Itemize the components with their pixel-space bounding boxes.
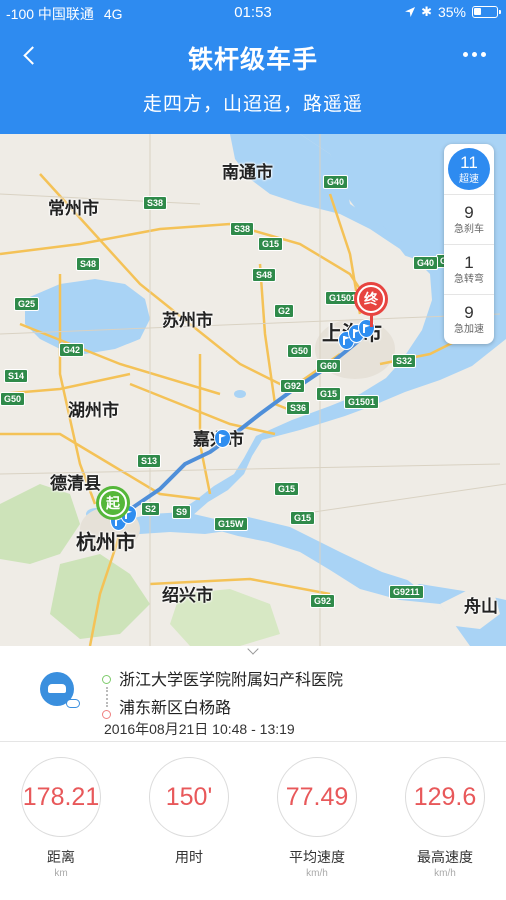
event-label: 急加速 bbox=[454, 324, 484, 335]
app-header: -100 中国联通 4G 01:53 ✱ 35% 铁杆级车手 走四方，山迢迢，路… bbox=[0, 0, 506, 134]
road-shield: G42 bbox=[59, 343, 85, 357]
metric-distance: 178.21 距离 km bbox=[0, 742, 126, 900]
end-marker-tail bbox=[370, 315, 373, 327]
trip-summary: 浙江大学医学院附属妇产科医院 浦东新区白杨路 2016年08月21日 10:48… bbox=[0, 658, 506, 742]
road-shield: G60 bbox=[316, 359, 342, 373]
road-shield: S38 bbox=[143, 196, 168, 210]
city-label: 常州市 bbox=[48, 199, 99, 218]
trip-time-range: 2016年08月21日 10:48 - 13:19 bbox=[104, 721, 295, 737]
metric-value: 77.49 bbox=[285, 782, 349, 811]
city-label: 南通市 bbox=[222, 163, 273, 182]
event-hard-braking[interactable]: 9 急刹车 bbox=[444, 194, 494, 244]
road-shield: S2 bbox=[141, 502, 161, 516]
road-shield: S36 bbox=[286, 401, 311, 415]
metric-label: 最高速度 bbox=[417, 849, 473, 865]
metric-circle: 150' bbox=[149, 757, 229, 837]
end-marker[interactable]: 终 bbox=[354, 282, 388, 316]
event-label: 超速 bbox=[459, 173, 479, 185]
road-shield: G2 bbox=[274, 304, 295, 318]
road-shield: G92 bbox=[280, 379, 306, 393]
road-shield: G9211 bbox=[389, 585, 424, 599]
city-label: 杭州市 bbox=[76, 532, 136, 554]
car-icon bbox=[40, 672, 80, 708]
event-label: 急刹车 bbox=[454, 224, 484, 235]
start-point-icon bbox=[102, 675, 111, 684]
metric-unit: km/h bbox=[306, 868, 328, 879]
road-shield: S32 bbox=[392, 354, 417, 368]
metric-circle: 77.49 bbox=[277, 757, 357, 837]
road-shield: G15W bbox=[214, 517, 248, 531]
battery-percent: 35% bbox=[437, 4, 466, 20]
driving-events-panel: 11 超速 9 急刹车 1 急转弯 9 急加速 bbox=[444, 144, 494, 344]
event-count: 1 bbox=[464, 253, 474, 272]
road-shield: G15 bbox=[290, 511, 316, 525]
event-speeding[interactable]: 11 超速 bbox=[444, 144, 494, 194]
bluetooth-icon: ✱ bbox=[421, 4, 432, 19]
battery-level bbox=[474, 8, 481, 15]
battery-icon bbox=[472, 6, 501, 18]
city-label: 湖州市 bbox=[68, 401, 119, 420]
metric-average-speed: 77.49 平均速度 km/h bbox=[256, 742, 382, 900]
event-count: 9 bbox=[464, 203, 474, 222]
trip-metrics: 178.21 距离 km 150' 用时 77.49 平均速度 km/h 129… bbox=[0, 742, 506, 900]
trip-origin: 浙江大学医学院附属妇产科医院 bbox=[119, 672, 344, 689]
city-label: 苏州市 bbox=[162, 311, 213, 330]
more-button[interactable] bbox=[456, 40, 492, 68]
event-count: 9 bbox=[464, 303, 474, 322]
road-shield: S9 bbox=[172, 505, 192, 519]
road-shield: G1501 bbox=[344, 395, 380, 409]
page-title: 铁杆级车手 bbox=[187, 46, 318, 74]
start-label: 起 bbox=[101, 491, 125, 515]
event-hard-acceleration[interactable]: 9 急加速 bbox=[444, 294, 494, 344]
metric-value: 150' bbox=[165, 782, 213, 811]
metric-unit: km bbox=[54, 868, 68, 879]
road-shield: S14 bbox=[4, 369, 29, 383]
road-shield: S48 bbox=[76, 257, 101, 271]
metric-circle: 178.21 bbox=[21, 757, 101, 837]
collapse-map-button[interactable] bbox=[245, 643, 261, 658]
metric-label: 用时 bbox=[175, 849, 203, 865]
metric-value: 178.21 bbox=[22, 782, 100, 811]
city-label: 绍兴市 bbox=[162, 586, 213, 605]
city-label: 舟山 bbox=[464, 597, 498, 616]
road-shield: G15 bbox=[316, 387, 342, 401]
road-shield: G92 bbox=[310, 594, 336, 608]
route-map[interactable]: 南通市 常州市 苏州市 上海市 湖州市 嘉兴市 德清县 杭州市 绍兴市 舟山 G… bbox=[0, 134, 506, 646]
event-label: 急转弯 bbox=[454, 274, 484, 285]
status-icons: ✱ 35% bbox=[405, 4, 501, 20]
end-point-icon bbox=[102, 710, 111, 719]
page-subtitle: 走四方，山迢迢，路遥遥 bbox=[142, 94, 363, 115]
road-shield: G50 bbox=[0, 392, 26, 406]
road-shield: G40 bbox=[413, 256, 439, 270]
trip-destination: 浦东新区白杨路 bbox=[119, 700, 232, 717]
route-indicator bbox=[102, 672, 112, 719]
event-sharp-turn[interactable]: 1 急转弯 bbox=[444, 244, 494, 294]
road-shield: S48 bbox=[252, 268, 277, 282]
event-speeding-bubble: 11 超速 bbox=[448, 148, 490, 190]
metric-label: 平均速度 bbox=[289, 849, 345, 865]
end-label: 终 bbox=[359, 287, 383, 311]
metric-unit: km/h bbox=[434, 868, 456, 879]
event-count: 11 bbox=[460, 152, 478, 172]
road-shield: G15 bbox=[258, 237, 284, 251]
more-dots-icon bbox=[462, 51, 468, 57]
metric-max-speed: 129.6 最高速度 km/h bbox=[384, 742, 506, 900]
road-shield: S13 bbox=[137, 454, 162, 468]
status-bar: -100 中国联通 4G 01:53 ✱ 35% bbox=[0, 0, 506, 26]
metric-label: 距离 bbox=[47, 849, 75, 865]
start-marker[interactable]: 起 bbox=[96, 486, 130, 520]
metric-circle: 129.6 bbox=[405, 757, 485, 837]
road-shield: G40 bbox=[323, 175, 349, 189]
location-arrow-icon bbox=[405, 7, 416, 17]
metric-value: 129.6 bbox=[413, 782, 477, 811]
city-label: 德清县 bbox=[50, 474, 101, 493]
road-shield: G50 bbox=[287, 344, 313, 358]
road-shield: G15 bbox=[274, 482, 300, 496]
road-shield: S38 bbox=[230, 222, 255, 236]
cloud-icon bbox=[66, 699, 80, 708]
metric-duration: 150' 用时 bbox=[128, 742, 254, 900]
road-shield: G25 bbox=[14, 297, 40, 311]
